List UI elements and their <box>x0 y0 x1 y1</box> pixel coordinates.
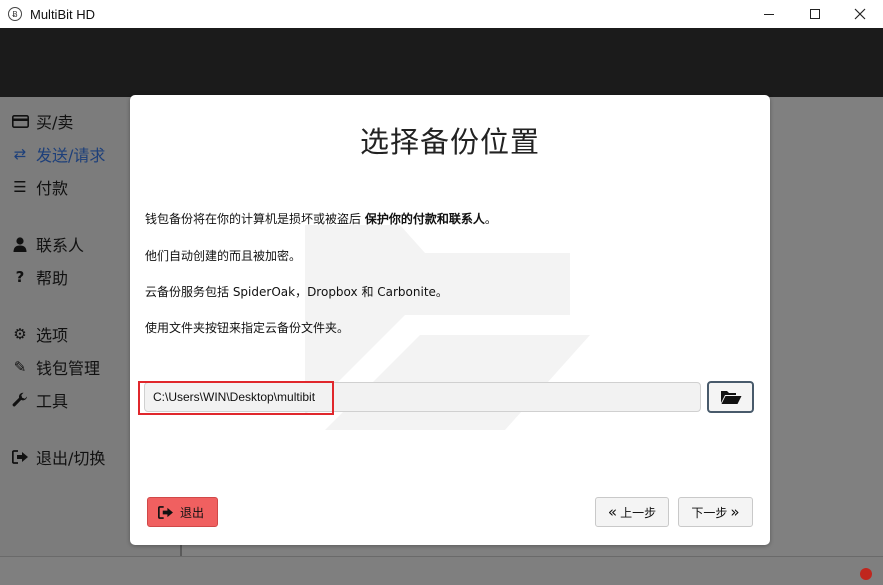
sidebar-item-label: 联系人 <box>36 236 85 255</box>
sidebar-item-label: 退出/切换 <box>36 449 106 468</box>
user-icon <box>10 236 30 252</box>
maximize-icon <box>810 9 820 19</box>
next-button-label: 下一步 <box>691 505 728 520</box>
sidebar-item-exit-switch[interactable]: 退出/切换 <box>10 445 105 469</box>
sidebar-item-tools[interactable]: 工具 <box>10 388 68 412</box>
sidebar-item-label: 帮助 <box>36 269 69 288</box>
header-bar <box>0 28 883 97</box>
exchange-icon: ⇄ <box>13 145 27 163</box>
previous-button[interactable]: « 上一步 <box>595 497 669 527</box>
maximize-button[interactable] <box>792 0 838 28</box>
close-icon <box>854 8 866 20</box>
info-paragraph-folder-hint: 使用文件夹按钮来指定云备份文件夹。 <box>145 321 350 335</box>
sign-out-icon <box>10 449 30 465</box>
title-bar: Ƀ MultiBit HD <box>0 0 883 28</box>
bitcoin-logo-icon: Ƀ <box>8 7 22 21</box>
sidebar-item-send-request[interactable]: ⇄ 发送/请求 <box>10 142 106 166</box>
sidebar-item-label: 工具 <box>36 392 69 411</box>
highlight-annotation <box>138 381 334 415</box>
previous-button-label: 上一步 <box>620 505 657 520</box>
question-icon: ? <box>15 268 25 286</box>
sidebar-item-buy-sell[interactable]: 买/卖 <box>10 109 73 133</box>
minimize-button[interactable] <box>746 0 792 28</box>
backup-location-dialog: 选择备份位置 钱包备份将在你的计算机是损坏或被盗后 保护你的付款和联系人。 他们… <box>130 95 770 545</box>
credit-card-icon <box>10 113 30 129</box>
double-chevron-right-icon: » <box>730 502 740 521</box>
edit-icon: ✎ <box>13 358 27 376</box>
sidebar-item-help[interactable]: ? 帮助 <box>10 265 68 289</box>
wrench-icon <box>10 392 30 408</box>
connection-status-icon <box>860 568 872 580</box>
double-chevron-left-icon: « <box>607 502 618 521</box>
list-icon: ☰ <box>13 178 27 196</box>
status-bar <box>0 556 883 585</box>
sidebar-item-payments[interactable]: ☰ 付款 <box>10 175 68 199</box>
folder-open-icon <box>720 391 741 404</box>
sidebar-item-settings[interactable]: ⚙ 选项 <box>10 322 68 346</box>
gears-icon: ⚙ <box>13 325 27 343</box>
info-paragraph-protect: 钱包备份将在你的计算机是损坏或被盗后 保护你的付款和联系人。 <box>145 212 497 226</box>
info-paragraph-encrypted: 他们自动创建的而且被加密。 <box>145 249 302 263</box>
window-title: MultiBit HD <box>30 6 96 22</box>
next-button[interactable]: 下一步 » <box>678 497 753 527</box>
sidebar-item-contacts[interactable]: 联系人 <box>10 232 84 256</box>
sign-out-icon <box>158 505 174 519</box>
info-paragraph-cloud-services: 云备份服务包括 SpiderOak，Dropbox 和 Carbonite。 <box>145 285 448 299</box>
sidebar-item-label: 付款 <box>36 179 69 198</box>
dialog-title: 选择备份位置 <box>359 125 540 159</box>
sidebar-item-label: 钱包管理 <box>36 359 101 378</box>
sidebar-item-label: 买/卖 <box>36 113 74 132</box>
select-folder-button[interactable] <box>707 381 754 413</box>
exit-button-label: 退出 <box>180 505 205 520</box>
sidebar-item-manage-wallet[interactable]: ✎ 钱包管理 <box>10 355 100 379</box>
sidebar-item-label: 选项 <box>36 326 69 345</box>
minimize-icon <box>764 13 774 15</box>
sidebar-item-label: 发送/请求 <box>36 146 106 165</box>
close-button[interactable] <box>837 0 883 28</box>
exit-button[interactable]: 退出 <box>147 497 218 527</box>
